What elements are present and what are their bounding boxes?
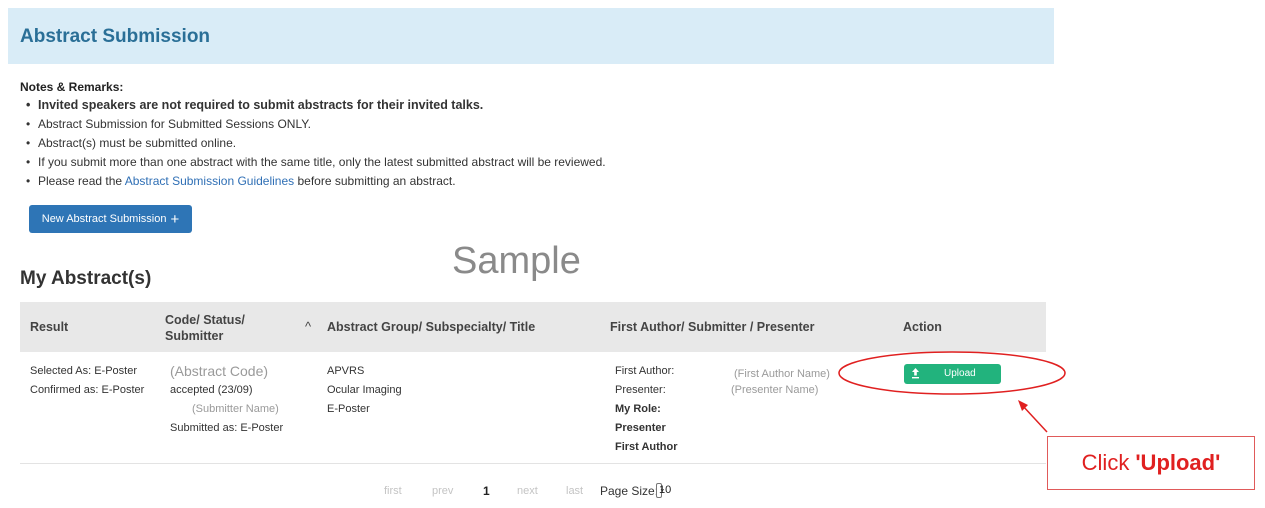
annotation-overlay	[838, 351, 1066, 433]
callout-prefix: Click	[1081, 450, 1130, 475]
pager-first-link[interactable]: first	[384, 485, 402, 497]
pager-next-link[interactable]: next	[517, 485, 538, 497]
page-size-label: Page Size:	[600, 484, 659, 498]
highlight-ellipse	[838, 351, 1066, 395]
page-size-select[interactable]: 10 ⌄	[656, 483, 671, 498]
chevron-down-icon: ⌄	[659, 484, 666, 493]
callout-emphasis: 'Upload'	[1135, 450, 1221, 475]
callout-box: Click 'Upload'	[1047, 436, 1255, 490]
pager-current-page: 1	[483, 484, 490, 498]
pager-last-link[interactable]: last	[566, 485, 583, 497]
pointer-arrow-line	[1021, 404, 1048, 433]
pager-prev-link[interactable]: prev	[432, 485, 453, 497]
